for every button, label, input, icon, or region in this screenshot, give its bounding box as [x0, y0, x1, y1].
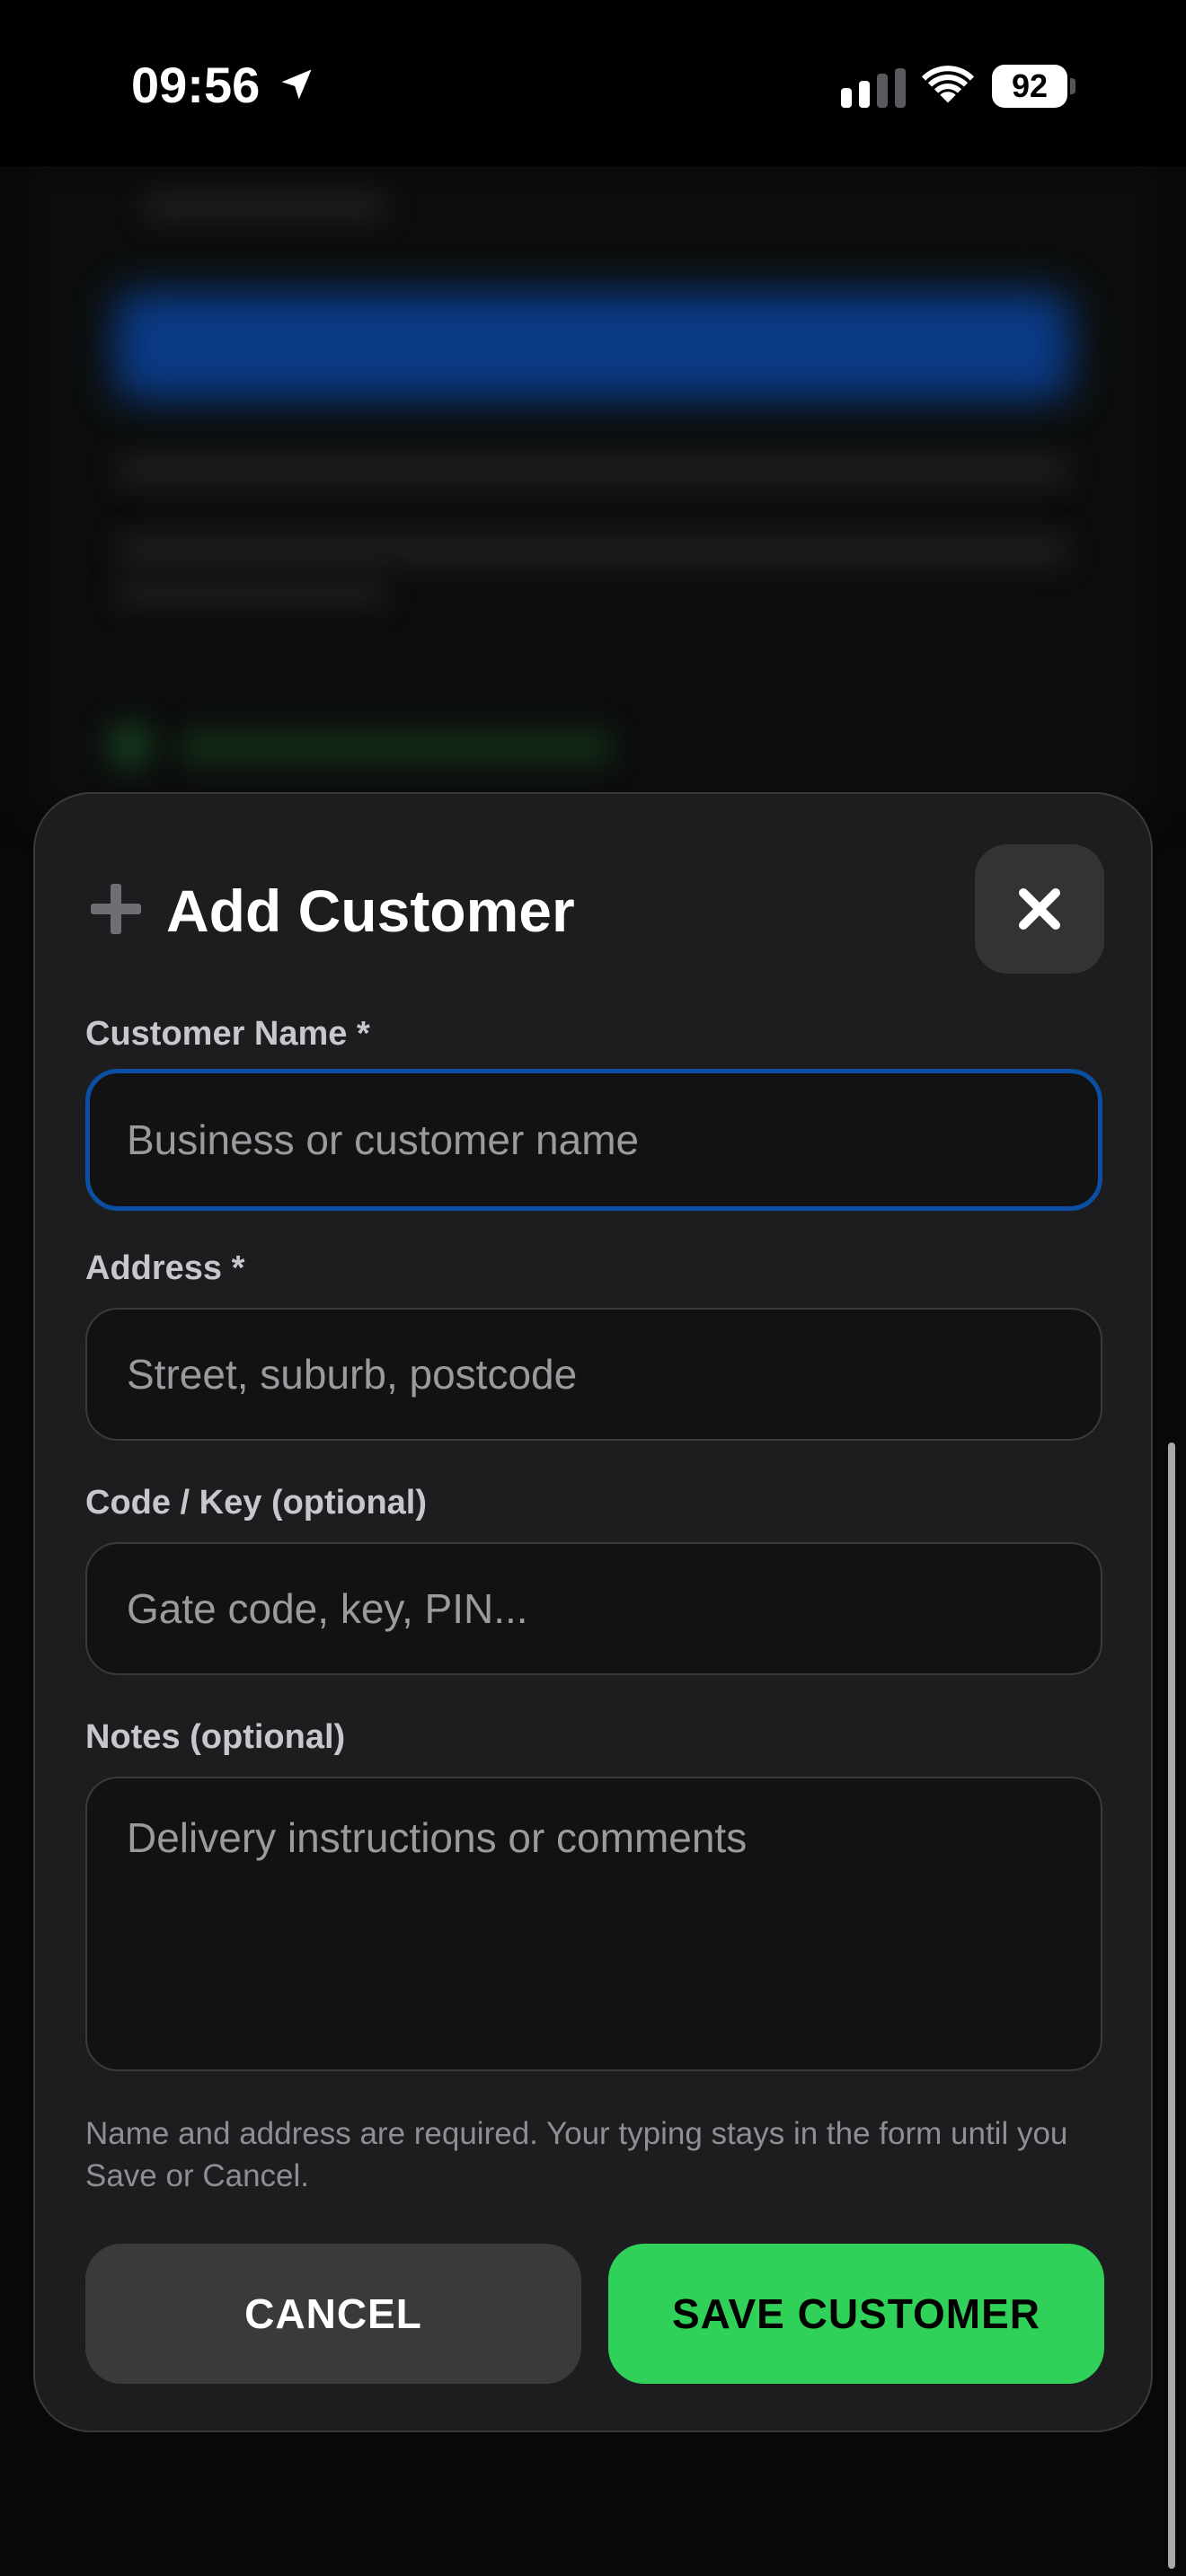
- close-icon: [1019, 888, 1060, 930]
- battery-level: 92: [992, 65, 1067, 108]
- background-status-dot: [108, 723, 153, 768]
- background-button: [115, 292, 1071, 400]
- add-customer-modal: Add Customer Customer Name * Address * C…: [33, 792, 1153, 2432]
- notes-label: Notes (optional): [85, 1718, 346, 1756]
- status-bar: 09:56 92: [0, 0, 1186, 166]
- code-key-label: Code / Key (optional): [85, 1484, 427, 1522]
- wifi-icon: [921, 66, 975, 103]
- background-text-line: [117, 579, 386, 606]
- save-customer-button[interactable]: SAVE CUSTOMER: [608, 2244, 1104, 2384]
- background-text-line: [144, 191, 386, 222]
- form-hint-text: Name and address are required. Your typi…: [85, 2116, 1068, 2193]
- code-key-input[interactable]: [85, 1542, 1102, 1675]
- customer-name-label: Customer Name *: [85, 1015, 370, 1053]
- close-button[interactable]: [975, 844, 1104, 974]
- background-status-line: [180, 732, 611, 763]
- notes-textarea[interactable]: [85, 1777, 1102, 2071]
- cancel-button[interactable]: CANCEL: [85, 2244, 581, 2384]
- location-arrow-icon: [281, 69, 312, 100]
- address-input[interactable]: [85, 1308, 1102, 1441]
- screen: 09:56 92 Add Customer Customer Name * Bu…: [0, 0, 1186, 2576]
- cellular-signal-icon: [841, 68, 906, 108]
- background-text-line: [117, 454, 1069, 486]
- status-time: 09:56: [131, 57, 261, 113]
- address-label: Address *: [85, 1249, 245, 1287]
- modal-header: Add Customer: [35, 794, 1151, 974]
- background-text-line: [117, 534, 1069, 567]
- modal-title: Add Customer: [166, 878, 575, 944]
- plus-icon: [91, 884, 141, 934]
- battery-tip: [1070, 78, 1075, 94]
- customer-name-input[interactable]: [85, 1069, 1102, 1211]
- background-panel: [27, 166, 1159, 813]
- scrollbar[interactable]: [1168, 1442, 1175, 2569]
- battery-icon: 92: [992, 65, 1075, 108]
